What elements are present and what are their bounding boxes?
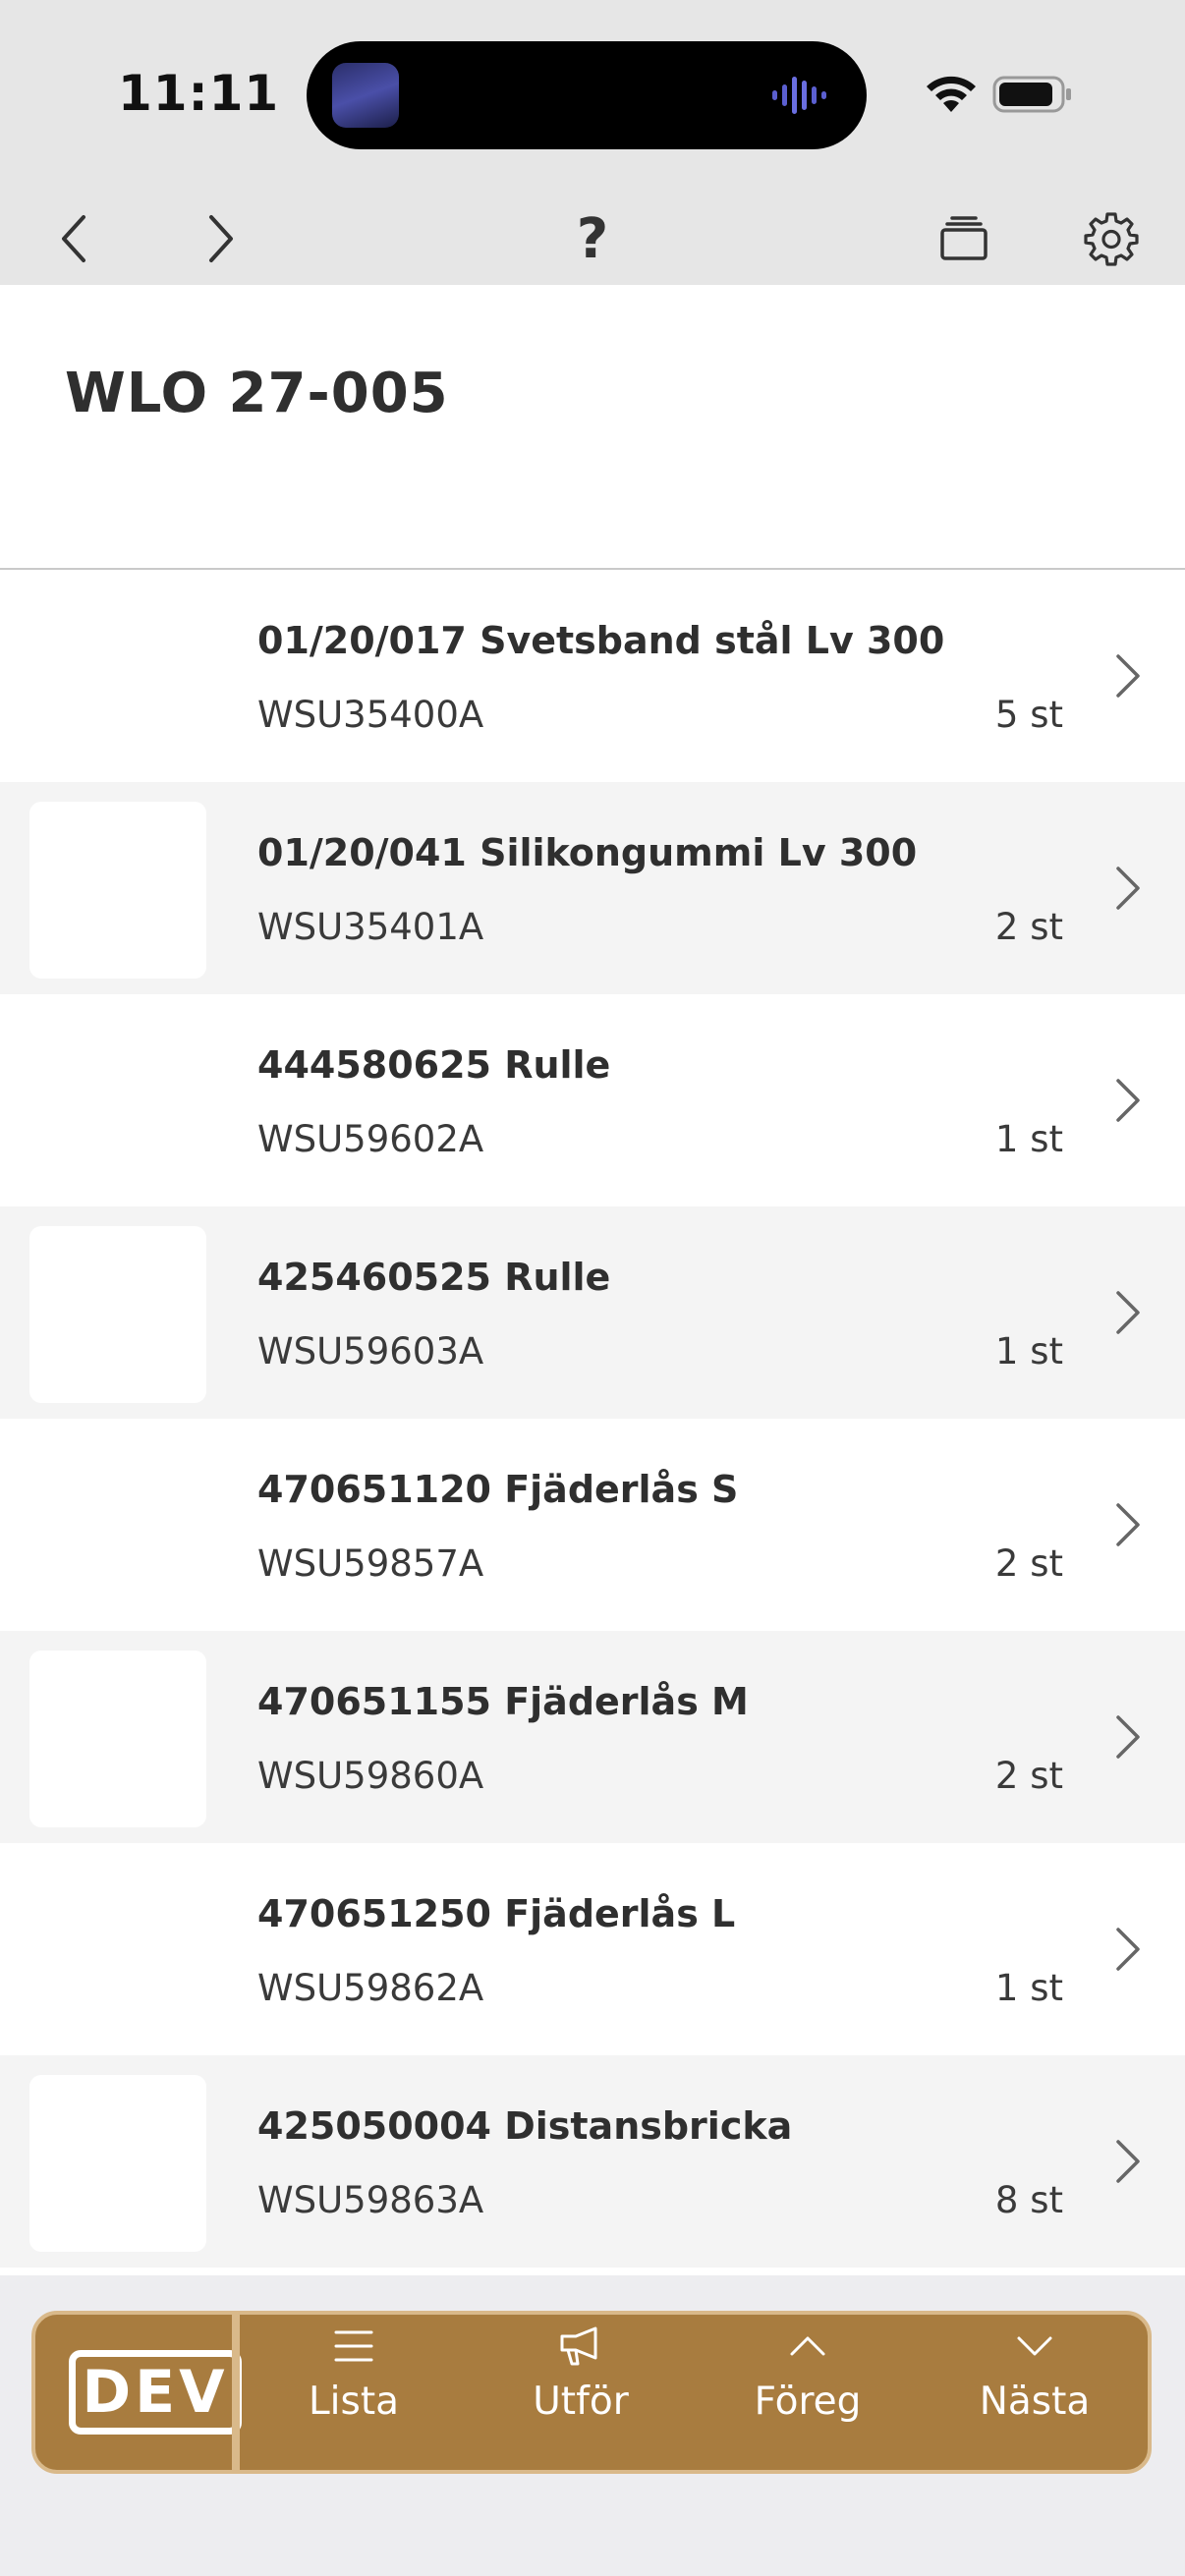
list-icon bbox=[334, 2330, 373, 2362]
page-title: WLO 27-005 bbox=[65, 362, 449, 425]
chevron-right-icon bbox=[1116, 1291, 1140, 1334]
foreg-button[interactable]: Föreg bbox=[709, 2326, 906, 2464]
home-indicator-area bbox=[0, 2478, 1185, 2576]
nasta-button[interactable]: Nästa bbox=[936, 2326, 1133, 2464]
item-quantity: 1 st bbox=[994, 1330, 1063, 1372]
chevron-down-icon bbox=[1017, 2336, 1052, 2356]
settings-button[interactable] bbox=[1077, 204, 1146, 273]
utfor-button[interactable]: Utför bbox=[482, 2326, 679, 2464]
forward-button[interactable] bbox=[187, 204, 255, 273]
chevron-left-icon bbox=[62, 215, 85, 262]
lista-button[interactable]: Lista bbox=[255, 2326, 452, 2464]
gear-icon bbox=[1084, 212, 1139, 266]
item-code: WSU59863A bbox=[257, 2179, 484, 2221]
chevron-right-icon bbox=[209, 215, 233, 262]
foreg-label: Föreg bbox=[754, 2380, 862, 2424]
item-quantity: 2 st bbox=[994, 906, 1063, 948]
item-title: 01/20/017 Svetsband stål Lv 300 bbox=[257, 619, 945, 662]
item-quantity: 1 st bbox=[994, 1118, 1063, 1160]
item-quantity: 2 st bbox=[994, 1542, 1063, 1585]
item-thumbnail bbox=[29, 802, 206, 979]
bottom-action-bar: DEV Lista Utför Föreg Nästa bbox=[31, 2311, 1152, 2474]
nasta-label: Nästa bbox=[979, 2380, 1091, 2424]
megaphone-icon bbox=[560, 2326, 597, 2366]
list-item[interactable]: 444580625 Rulle WSU59602A 1 st bbox=[0, 994, 1185, 1206]
bottom-bar-divider bbox=[232, 2315, 240, 2470]
dynamic-island bbox=[307, 41, 867, 149]
item-thumbnail bbox=[29, 1651, 206, 1827]
battery-icon bbox=[992, 76, 1071, 113]
page-header: WLO 27-005 bbox=[0, 285, 1185, 570]
item-title: 470651155 Fjäderlås M bbox=[257, 1680, 749, 1723]
item-title: 470651120 Fjäderlås S bbox=[257, 1468, 739, 1511]
now-playing-artwork bbox=[332, 63, 399, 128]
list-item[interactable]: 425460525 Rulle WSU59603A 1 st bbox=[0, 1206, 1185, 1419]
status-time: 11:11 bbox=[118, 65, 280, 122]
chevron-right-icon bbox=[1116, 2140, 1140, 2183]
list-item[interactable]: 470651120 Fjäderlås S WSU59857A 2 st bbox=[0, 1419, 1185, 1631]
item-title: 425050004 Distansbricka bbox=[257, 2104, 793, 2148]
item-title: 01/20/041 Silikongummi Lv 300 bbox=[257, 831, 918, 874]
item-title: 444580625 Rulle bbox=[257, 1043, 611, 1087]
item-quantity: 8 st bbox=[994, 2179, 1063, 2221]
list-item[interactable]: 470651250 Fjäderlås L WSU59862A 1 st bbox=[0, 1843, 1185, 2055]
status-bar: 11:11 bbox=[0, 0, 1185, 187]
item-code: WSU59602A bbox=[257, 1118, 484, 1160]
chevron-right-icon bbox=[1116, 1715, 1140, 1759]
item-code: WSU35401A bbox=[257, 906, 484, 948]
item-code: WSU59857A bbox=[257, 1542, 484, 1585]
stacked-windows-icon bbox=[940, 216, 988, 260]
chevron-right-icon bbox=[1116, 867, 1140, 910]
item-code: WSU59603A bbox=[257, 1330, 484, 1372]
item-quantity: 5 st bbox=[994, 694, 1063, 736]
item-code: WSU59862A bbox=[257, 1967, 484, 2009]
chevron-right-icon bbox=[1116, 1928, 1140, 1971]
item-title: 425460525 Rulle bbox=[257, 1256, 611, 1299]
list-item[interactable]: 01/20/017 Svetsband stål Lv 300 WSU35400… bbox=[0, 570, 1185, 782]
app-screen: 11:11 ? WLO 27-005 01/20/017 Svetsband s… bbox=[0, 0, 1185, 2576]
browser-toolbar: ? bbox=[0, 187, 1185, 285]
tabs-button[interactable] bbox=[930, 204, 998, 273]
lista-label: Lista bbox=[308, 2380, 400, 2424]
item-list: 01/20/017 Svetsband stål Lv 300 WSU35400… bbox=[0, 570, 1185, 2275]
chevron-right-icon bbox=[1116, 654, 1140, 698]
item-title: 470651250 Fjäderlås L bbox=[257, 1892, 736, 1935]
back-button[interactable] bbox=[39, 204, 108, 273]
chevron-right-icon bbox=[1116, 1079, 1140, 1122]
item-thumbnail bbox=[29, 1226, 206, 1403]
list-item[interactable]: 425050004 Distansbricka WSU59863A 8 st bbox=[0, 2055, 1185, 2268]
dev-logo: DEV bbox=[69, 2350, 242, 2435]
item-quantity: 2 st bbox=[994, 1755, 1063, 1797]
audio-waveform-icon bbox=[772, 77, 826, 114]
item-code: WSU59860A bbox=[257, 1755, 484, 1797]
chevron-right-icon bbox=[1116, 1503, 1140, 1546]
chevron-up-icon bbox=[790, 2336, 825, 2356]
item-thumbnail bbox=[29, 2075, 206, 2252]
utfor-label: Utför bbox=[533, 2380, 629, 2424]
help-button[interactable]: ? bbox=[558, 204, 627, 273]
item-quantity: 1 st bbox=[994, 1967, 1063, 2009]
list-item[interactable]: 470651155 Fjäderlås M WSU59860A 2 st bbox=[0, 1631, 1185, 1843]
wifi-icon bbox=[927, 76, 976, 112]
item-code: WSU35400A bbox=[257, 694, 484, 736]
list-item[interactable]: 01/20/041 Silikongummi Lv 300 WSU35401A … bbox=[0, 782, 1185, 994]
